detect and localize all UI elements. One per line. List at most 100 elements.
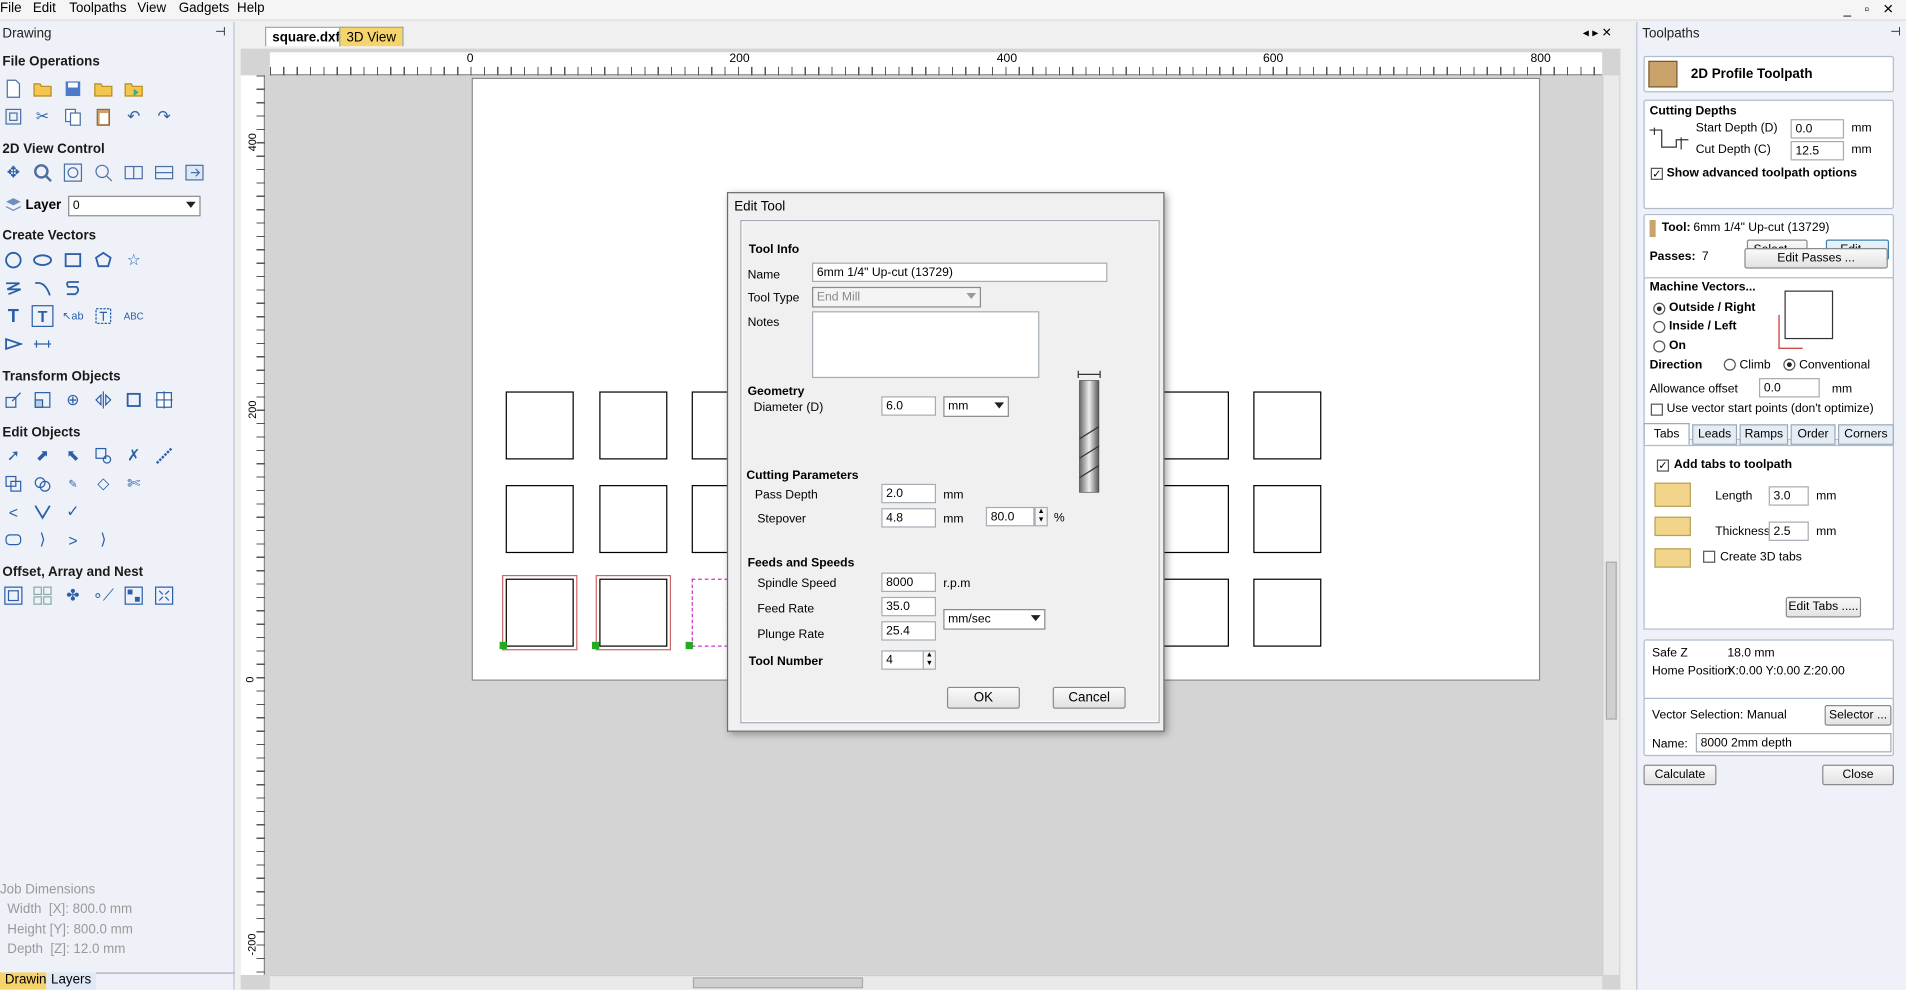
vector-square[interactable] xyxy=(505,485,574,554)
nesting-icon[interactable] xyxy=(123,585,145,607)
rectangle-tool-icon[interactable] xyxy=(62,249,84,271)
scale-tool-icon[interactable] xyxy=(32,389,54,411)
vector-square[interactable] xyxy=(1160,578,1229,647)
text-tool-icon[interactable]: T xyxy=(2,305,24,327)
import-bitmap-icon[interactable] xyxy=(123,78,145,100)
show-advanced-checkbox[interactable]: ✓ xyxy=(1650,167,1663,180)
units-select[interactable]: mm xyxy=(943,396,1009,417)
cut-depth-input[interactable]: 12.5 xyxy=(1790,141,1845,161)
scroll-thumb[interactable] xyxy=(1605,561,1617,720)
polyline-tool-icon[interactable] xyxy=(2,277,24,299)
stepover-spinner[interactable]: ▲ ▼ xyxy=(1034,506,1048,527)
size-tool-icon[interactable] xyxy=(123,389,145,411)
open-folder-icon[interactable] xyxy=(32,78,54,100)
save-icon[interactable] xyxy=(62,78,84,100)
zoom-selection-icon[interactable] xyxy=(92,162,114,184)
feed-rate-input[interactable]: 35.0 xyxy=(881,596,937,617)
close-vector-icon[interactable]: > xyxy=(62,529,84,551)
plunge-rate-input[interactable]: 25.4 xyxy=(881,621,937,641)
ellipse-tool-icon[interactable] xyxy=(32,249,54,271)
inside-left-radio[interactable] xyxy=(1653,320,1666,334)
notes-textarea[interactable] xyxy=(812,311,1040,379)
on-radio[interactable] xyxy=(1653,340,1666,353)
polygon-tool-icon[interactable] xyxy=(92,249,114,271)
vector-square[interactable] xyxy=(1253,391,1322,460)
mirror-tool-icon[interactable] xyxy=(92,389,114,411)
create-3d-tabs-checkbox[interactable] xyxy=(1703,550,1716,563)
layer-select[interactable]: 0 xyxy=(68,195,201,217)
outside-right-radio[interactable] xyxy=(1653,302,1666,315)
menu-toolpaths[interactable]: Toolpaths xyxy=(69,1,126,16)
arc-tool-icon[interactable] xyxy=(32,277,54,299)
tab-ramps[interactable]: Ramps xyxy=(1739,424,1789,445)
horizontal-scrollbar[interactable] xyxy=(269,974,1603,990)
vector-square[interactable] xyxy=(1253,485,1322,554)
tab-layers[interactable]: Layers xyxy=(46,972,97,990)
measure-icon[interactable] xyxy=(153,445,175,467)
selected-vector-square[interactable] xyxy=(502,574,578,651)
tab-leads[interactable]: Leads xyxy=(1692,424,1738,445)
text-frame-icon[interactable]: T xyxy=(31,305,54,327)
intersect-icon[interactable]: ✎ xyxy=(62,473,84,495)
job-setup-icon[interactable] xyxy=(2,106,24,128)
thickness-input[interactable]: 2.5 xyxy=(1768,521,1809,541)
star-tool-icon[interactable]: ☆ xyxy=(123,249,145,271)
window-controls[interactable]: _ ▫ ✕ xyxy=(1844,1,1899,17)
paste-icon[interactable] xyxy=(92,106,114,128)
close-button[interactable]: Close xyxy=(1822,764,1894,786)
toolpath-name-input[interactable]: 8000 2mm depth xyxy=(1695,733,1892,753)
dogbone-fillet-icon[interactable] xyxy=(32,501,54,523)
selected-vector-square[interactable] xyxy=(595,574,672,651)
menu-view[interactable]: View xyxy=(137,1,166,16)
pin-icon[interactable]: ⊣ xyxy=(215,26,226,39)
scissors-icon[interactable]: ✄ xyxy=(123,473,145,495)
pass-depth-input[interactable]: 2.0 xyxy=(881,483,937,504)
extend-icon[interactable]: ⟩ xyxy=(32,529,54,551)
spindle-speed-input[interactable]: 8000 xyxy=(881,572,937,592)
selected-vector-square[interactable] xyxy=(691,578,729,647)
fillet-icon[interactable]: < xyxy=(2,501,24,523)
zoom-icon[interactable] xyxy=(32,162,54,184)
copy-along-vector-icon[interactable]: ∘⟋ xyxy=(92,585,114,607)
climb-radio[interactable] xyxy=(1723,358,1736,371)
import-icon[interactable] xyxy=(92,78,114,100)
vector-square[interactable] xyxy=(1160,391,1229,460)
menu-edit[interactable]: Edit xyxy=(33,1,56,16)
new-file-icon[interactable] xyxy=(2,78,24,100)
menu-help[interactable]: Help xyxy=(237,1,265,16)
smooth-icon[interactable] xyxy=(2,529,24,551)
vector-square[interactable] xyxy=(599,391,668,460)
vector-start-checkbox[interactable] xyxy=(1650,403,1663,416)
join-open-icon[interactable]: ◇ xyxy=(92,473,114,495)
select-tool-icon[interactable]: ➚ xyxy=(2,445,24,467)
edit-passes-button[interactable]: Edit Passes ... xyxy=(1744,247,1888,269)
undo-icon[interactable]: ↶ xyxy=(123,106,145,128)
set-position-icon[interactable] xyxy=(153,389,175,411)
view-split-icon[interactable] xyxy=(153,162,175,184)
copy-icon[interactable] xyxy=(62,106,84,128)
tab-order[interactable]: Order xyxy=(1790,424,1836,445)
diameter-input[interactable]: 6.0 xyxy=(881,396,937,416)
pan-icon[interactable]: ✥ xyxy=(2,162,24,184)
scroll-thumb[interactable] xyxy=(692,977,864,989)
view-layout-icon[interactable] xyxy=(123,162,145,184)
allowance-input[interactable]: 0.0 xyxy=(1758,378,1820,398)
menu-file[interactable]: File xyxy=(0,1,22,16)
view-toggle-icon[interactable] xyxy=(184,162,206,184)
stepover-percent-input[interactable]: 80.0 xyxy=(985,506,1035,527)
calculate-button[interactable]: Calculate xyxy=(1643,764,1717,786)
autolayout-text-icon[interactable] xyxy=(92,305,114,327)
tab-square-dxf[interactable]: square.dxf xyxy=(265,26,348,47)
text-on-curve-icon[interactable]: ↖ab xyxy=(62,305,84,327)
rate-units-select[interactable]: mm/sec xyxy=(943,609,1046,630)
vector-square[interactable] xyxy=(1160,485,1229,554)
tool-number-input[interactable]: 4 xyxy=(881,650,924,670)
interactive-trim-icon[interactable] xyxy=(92,445,114,467)
menu-gadgets[interactable]: Gadgets xyxy=(179,1,230,16)
fit-vectors-icon[interactable] xyxy=(153,585,175,607)
subtract-icon[interactable] xyxy=(32,473,54,495)
dimension-tool-icon[interactable] xyxy=(32,333,54,355)
vector-square[interactable] xyxy=(1253,578,1322,647)
array-copy-icon[interactable] xyxy=(32,585,54,607)
trim-delete-icon[interactable]: ✗ xyxy=(123,445,145,467)
